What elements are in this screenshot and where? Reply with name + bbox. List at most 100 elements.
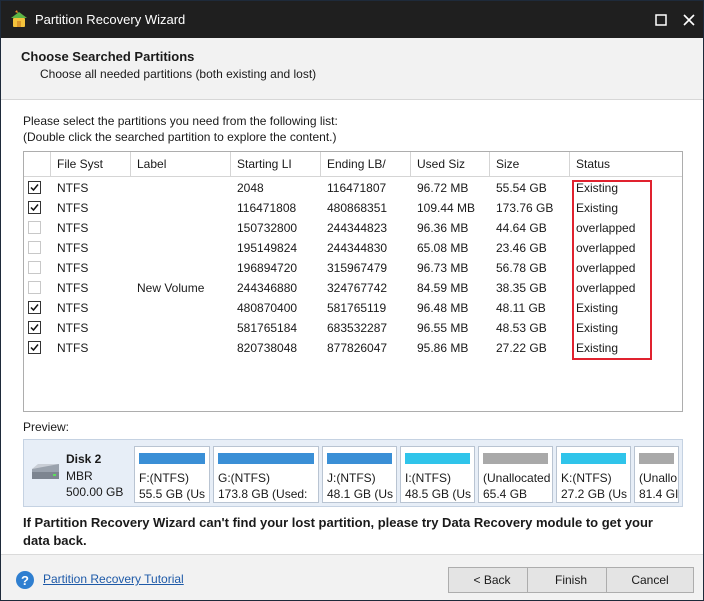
svg-text:?: ? xyxy=(21,573,29,588)
table-row[interactable]: NTFS 196894720 315967479 96.73 MB 56.78 GB ov… xyxy=(24,258,682,278)
cell-label xyxy=(131,218,231,238)
cell-label xyxy=(131,338,231,358)
partition-usage-bar xyxy=(139,453,205,464)
table-row[interactable]: NTFS 116471808 480868351 109.44 MB 173.76 GB… xyxy=(24,198,682,218)
partition-name: G:(NTFS) xyxy=(218,471,270,485)
disk-preview: Disk 2 MBR 500.00 GB F:(NTFS) 55.5 GB (Us… xyxy=(23,439,683,507)
partition-usage-bar xyxy=(483,453,548,464)
row-checkbox[interactable] xyxy=(28,341,41,354)
row-checkbox[interactable] xyxy=(28,181,41,194)
maximize-icon[interactable] xyxy=(651,10,671,30)
cell-starting-lba: 820738048 xyxy=(237,341,298,355)
partition-usage-bar xyxy=(639,453,674,464)
row-checkbox[interactable] xyxy=(28,201,41,214)
column-header-filesystem[interactable]: File Syst xyxy=(51,152,131,177)
row-checkbox[interactable] xyxy=(28,241,41,254)
preview-label: Preview: xyxy=(23,420,70,434)
cell-status: Existing xyxy=(576,321,619,335)
page-subtitle: Choose all needed partitions (both exist… xyxy=(40,67,317,81)
cell-size: 27.22 GB xyxy=(496,341,547,355)
partition-name: (Unallo xyxy=(639,471,678,485)
column-header-starting-lba[interactable]: Starting LI xyxy=(231,152,321,177)
cell-ending-lba: 244344830 xyxy=(327,241,388,255)
cell-status: Existing xyxy=(576,301,619,315)
row-checkbox[interactable] xyxy=(28,321,41,334)
cell-used-size: 96.48 MB xyxy=(417,301,469,315)
column-header-status[interactable]: Status xyxy=(570,152,682,177)
cell-label xyxy=(131,258,231,278)
table-row[interactable]: NTFS 820738048 877826047 95.86 MB 27.22 GB Ex… xyxy=(24,338,682,358)
cell-filesystem: NTFS xyxy=(57,301,89,315)
cell-ending-lba: 315967479 xyxy=(327,261,388,275)
partition-block[interactable]: K:(NTFS) 27.2 GB (Us xyxy=(556,446,631,503)
cell-status: Existing xyxy=(576,341,619,355)
cell-label xyxy=(131,198,231,218)
cell-ending-lba: 244344823 xyxy=(327,221,388,235)
cell-label: New Volume xyxy=(137,281,205,295)
cell-filesystem: NTFS xyxy=(57,321,89,335)
partition-block[interactable]: (Unallocated 65.4 GB xyxy=(478,446,553,503)
cell-starting-lba: 195149824 xyxy=(237,241,298,255)
column-header-ending-lba[interactable]: Ending LB/ xyxy=(321,152,411,177)
column-header-label[interactable]: Label xyxy=(131,152,231,177)
partition-block[interactable]: J:(NTFS) 48.1 GB (Us xyxy=(322,446,397,503)
back-button[interactable]: < Back xyxy=(448,567,536,593)
column-header-size[interactable]: Size xyxy=(490,152,570,177)
help-icon[interactable]: ? xyxy=(15,570,35,590)
cell-filesystem: NTFS xyxy=(57,261,89,275)
cell-ending-lba: 324767742 xyxy=(327,281,388,295)
cell-status: overlapped xyxy=(576,261,636,275)
title-bar: Partition Recovery Wizard xyxy=(1,1,703,38)
table-row[interactable]: NTFS 195149824 244344830 65.08 MB 23.46 GB ov… xyxy=(24,238,682,258)
partition-size: 65.4 GB xyxy=(483,487,528,501)
cell-status: overlapped xyxy=(576,281,636,295)
checkmark-icon xyxy=(30,204,39,212)
checkmark-icon xyxy=(30,304,39,312)
cancel-button[interactable]: Cancel xyxy=(606,567,694,593)
close-icon[interactable] xyxy=(679,10,699,30)
checkmark-icon xyxy=(30,344,39,352)
table-row[interactable]: NTFS 480870400 581765119 96.48 MB 48.11 GB Ex… xyxy=(24,298,682,318)
tutorial-link[interactable]: Partition Recovery Tutorial xyxy=(43,572,184,586)
column-header-used-size[interactable]: Used Siz xyxy=(411,152,490,177)
disk-name: Disk 2 xyxy=(66,452,102,466)
finish-button[interactable]: Finish xyxy=(527,567,615,593)
cell-filesystem: NTFS xyxy=(57,201,89,215)
cell-used-size: 96.55 MB xyxy=(417,321,469,335)
cell-starting-lba: 581765184 xyxy=(237,321,298,335)
cell-starting-lba: 2048 xyxy=(237,181,264,195)
row-checkbox[interactable] xyxy=(28,281,41,294)
cell-status: Existing xyxy=(576,181,619,195)
row-checkbox[interactable] xyxy=(28,221,41,234)
partition-size: 81.4 GI xyxy=(639,487,679,501)
partition-usage-bar xyxy=(327,453,392,464)
cell-starting-lba: 244346880 xyxy=(237,281,298,295)
recovery-hint: If Partition Recovery Wizard can't find … xyxy=(23,515,653,548)
partition-block[interactable]: G:(NTFS) 173.8 GB (Used: xyxy=(213,446,319,503)
cell-ending-lba: 581765119 xyxy=(327,301,387,315)
table-row[interactable]: NTFS 150732800 244344823 96.36 MB 44.64 GB ov… xyxy=(24,218,682,238)
partition-block[interactable]: (Unallo 81.4 GI xyxy=(634,446,679,503)
cell-ending-lba: 877826047 xyxy=(327,341,388,355)
table-row[interactable]: NTFS 581765184 683532287 96.55 MB 48.53 GB Ex… xyxy=(24,318,682,338)
cell-used-size: 96.72 MB xyxy=(417,181,469,195)
partition-usage-bar xyxy=(405,453,470,464)
cell-label xyxy=(131,178,231,198)
partition-usage-bar xyxy=(218,453,314,464)
table-row[interactable]: NTFS New Volume 244346880 324767742 84.59 MB… xyxy=(24,278,682,298)
cell-status: Existing xyxy=(576,201,619,215)
cell-used-size: 95.86 MB xyxy=(417,341,469,355)
partition-name: J:(NTFS) xyxy=(327,471,376,485)
cell-size: 38.35 GB xyxy=(496,281,547,295)
cell-starting-lba: 150732800 xyxy=(237,221,298,235)
partition-block[interactable]: F:(NTFS) 55.5 GB (Us xyxy=(134,446,210,503)
row-checkbox[interactable] xyxy=(28,301,41,314)
instruction-line-2: (Double click the searched partition to … xyxy=(23,130,337,144)
table-row[interactable]: NTFS 2048 116471807 96.72 MB 55.54 GB Existin… xyxy=(24,178,682,198)
cell-starting-lba: 116471808 xyxy=(237,201,297,215)
partition-usage-bar xyxy=(561,453,626,464)
cell-size: 173.76 GB xyxy=(496,201,554,215)
row-checkbox[interactable] xyxy=(28,261,41,274)
partition-block[interactable]: I:(NTFS) 48.5 GB (Us xyxy=(400,446,475,503)
checkmark-icon xyxy=(30,324,39,332)
